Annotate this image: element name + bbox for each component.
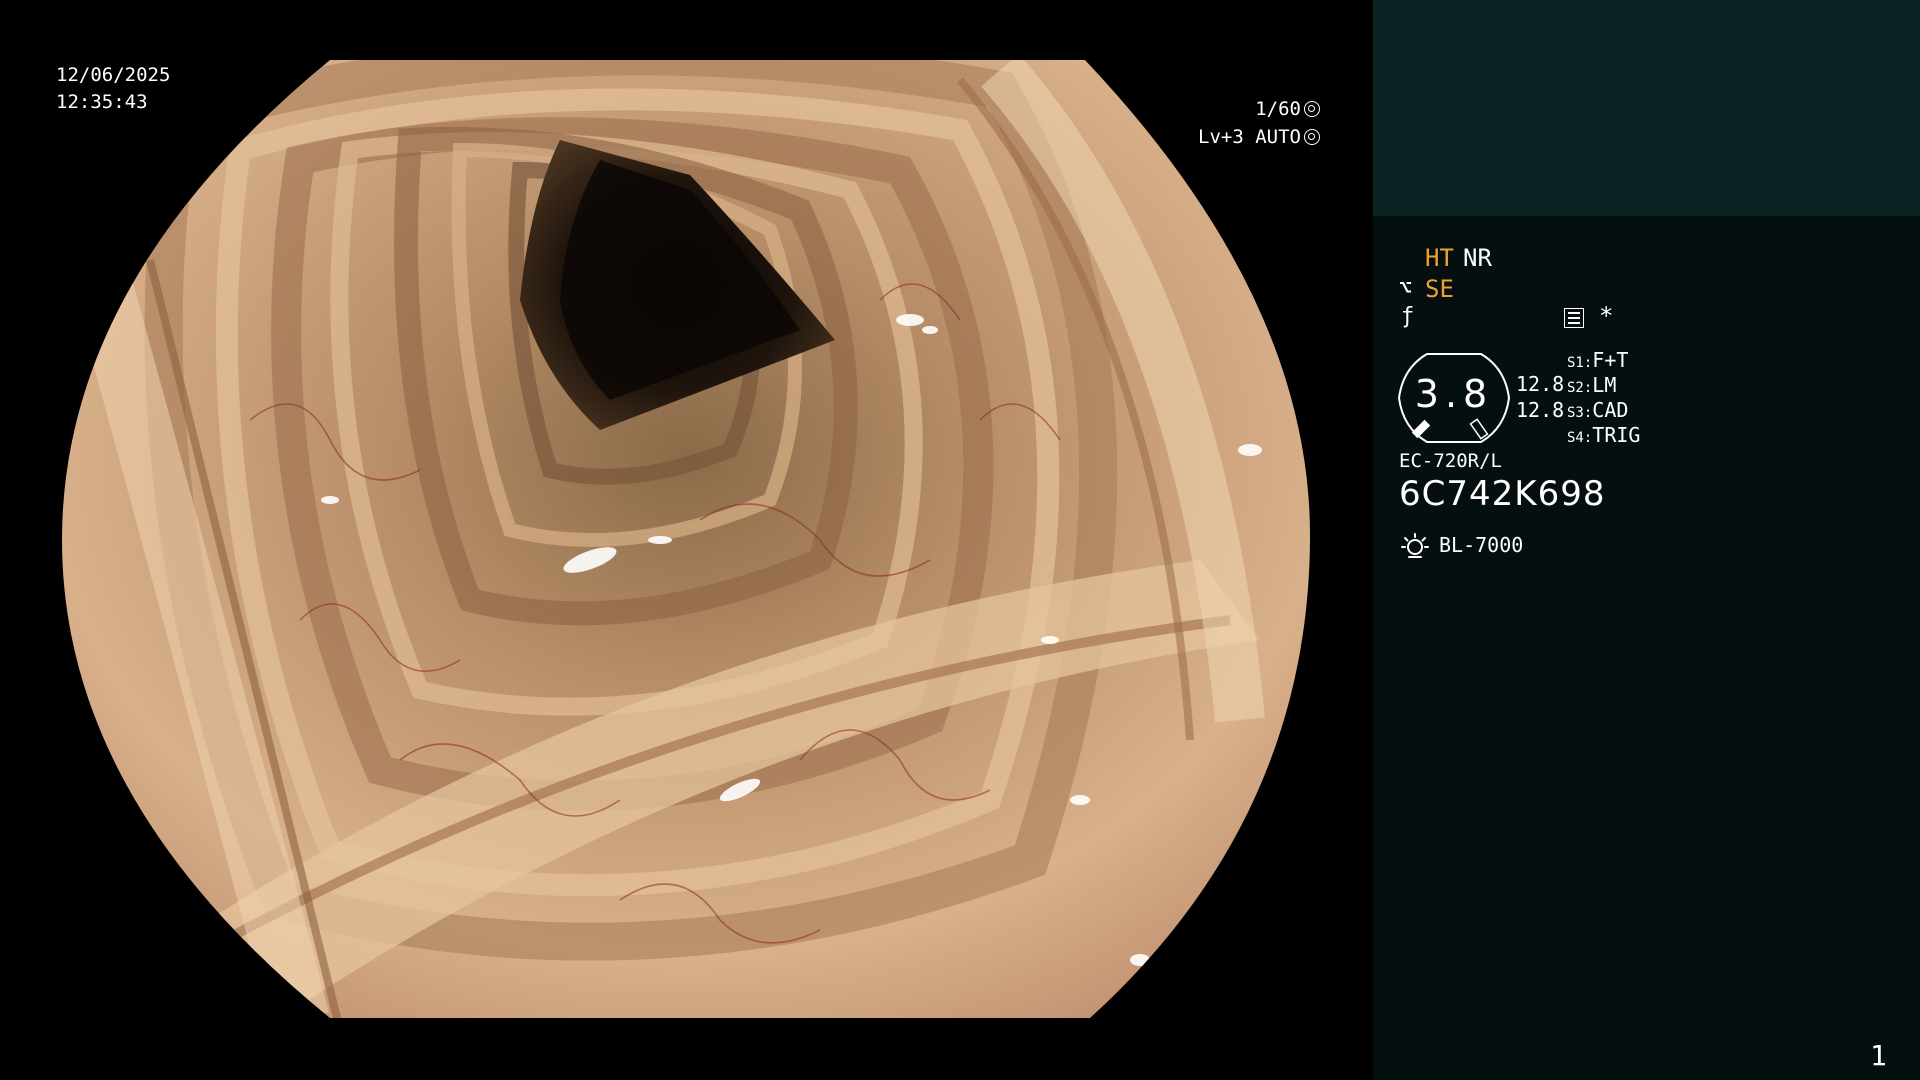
switch-assignment-4: S4:TRIG xyxy=(1567,423,1640,447)
light-source-icon xyxy=(1401,533,1429,558)
menu-icon xyxy=(1564,308,1584,328)
mode-nr-label: NR xyxy=(1463,244,1492,272)
date-text: 12/06/2025 xyxy=(56,64,171,86)
switch-key: S3: xyxy=(1567,405,1593,421)
aperture-icon xyxy=(1304,101,1320,117)
time-text: 12:35:43 xyxy=(56,91,148,113)
star-icon: * xyxy=(1599,302,1614,330)
readout-value-1: 12.8 xyxy=(1516,372,1565,396)
switch-key: S2: xyxy=(1567,380,1593,396)
endoscope-video-view: 12/06/2025 12:35:43 1/60 Lv+3 AUTO xyxy=(0,0,1373,1080)
readout-value-2: 12.8 xyxy=(1516,398,1565,422)
switch-key: S1: xyxy=(1567,355,1593,371)
insertion-marker-icon xyxy=(1411,419,1431,439)
gain-text: Lv+3 AUTO xyxy=(1198,126,1301,148)
switch-value: LM xyxy=(1592,373,1617,397)
mode-ht-label: HT xyxy=(1425,244,1454,272)
se-label: SE xyxy=(1425,275,1454,303)
page-number: 1 xyxy=(1870,1039,1887,1072)
switch-assignment-2: S2:LM xyxy=(1567,373,1616,397)
function-icon: ƒ xyxy=(1401,304,1415,329)
scope-serial-number: 6C742K698 xyxy=(1399,474,1606,514)
switch-value: F+T xyxy=(1592,348,1629,372)
datetime-display: 12/06/2025 12:35:43 xyxy=(56,62,170,116)
endoscopic-image xyxy=(62,60,1311,1018)
zoom-value: 3.8 xyxy=(1414,372,1494,416)
switch-value: TRIG xyxy=(1592,423,1641,447)
shutter-readout: 1/60 xyxy=(1255,98,1320,120)
withdraw-marker-icon xyxy=(1469,418,1489,440)
scope-tip-icon: ⌥ xyxy=(1399,276,1413,301)
gain-readout: Lv+3 AUTO xyxy=(1198,126,1320,148)
switch-assignment-1: S1:F+T xyxy=(1567,348,1628,372)
light-source-model: BL-7000 xyxy=(1439,533,1524,557)
panel-header-area xyxy=(1373,0,1920,216)
switch-key: S4: xyxy=(1567,430,1593,446)
auto-iris-icon xyxy=(1304,129,1320,145)
switch-assignment-3: S3:CAD xyxy=(1567,398,1628,422)
switch-value: CAD xyxy=(1592,398,1629,422)
shutter-text: 1/60 xyxy=(1255,98,1301,120)
scope-model-label: EC-720R/L xyxy=(1399,450,1502,472)
status-panel: HT NR ⌥ SE ƒ * 3.8 12.8 12.8 S1:F+T S2:L… xyxy=(1373,0,1920,1080)
